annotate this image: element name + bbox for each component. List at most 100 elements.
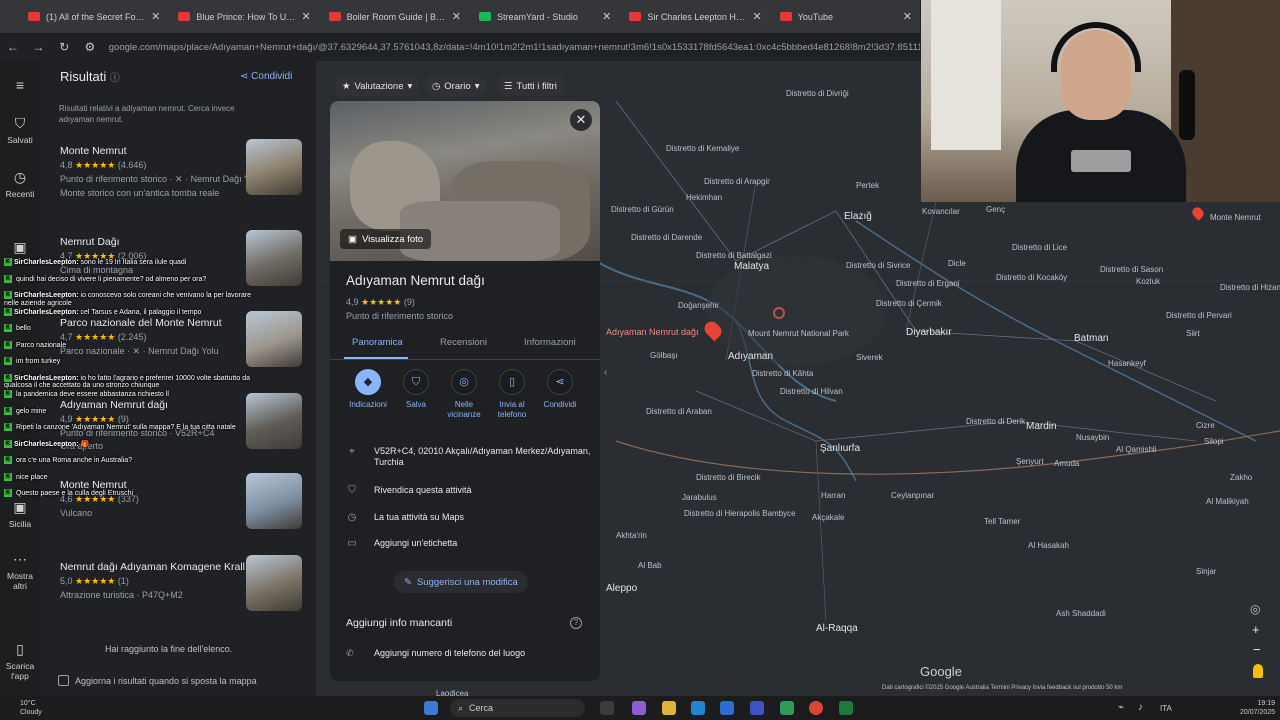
map-label[interactable]: Pertek [856, 181, 879, 190]
recent-button[interactable]: ◷ Recenti [0, 169, 40, 199]
map-label[interactable]: Diyarbakır [906, 327, 952, 338]
volume-icon[interactable]: ♪ [1138, 702, 1143, 713]
locate-me-icon[interactable]: ◎ [1250, 602, 1260, 616]
map-label[interactable]: Aleppo [606, 583, 637, 594]
taskbar-clock[interactable]: 19:19 20/07/2025 [1240, 699, 1275, 717]
back-icon[interactable]: ← [6, 40, 20, 54]
result-photo[interactable] [246, 311, 302, 367]
weather-widget[interactable]: 10°C Cloudy [20, 699, 42, 717]
browser-tab[interactable]: Blue Prince: How To Unlock Ev ✕ [170, 4, 318, 30]
map-label[interactable]: Distretto di Gürün [611, 205, 674, 214]
map-label[interactable]: Dicle [948, 259, 966, 268]
map-label[interactable]: Zakho [1230, 473, 1252, 482]
map-label[interactable]: Distretto di Kocaköy [996, 273, 1067, 282]
place-hero-photo[interactable]: ✕ ▣ Visualizza foto [330, 101, 600, 261]
map-label[interactable]: Distretto di Kemaliye [666, 144, 739, 153]
checkbox-icon[interactable] [58, 675, 69, 686]
map-label[interactable]: Amuda [1054, 459, 1079, 468]
browser-tab[interactable]: StreamYard - Studio ✕ [471, 4, 619, 30]
rating-filter-chip[interactable]: ★ Valutazione ▾ [334, 76, 421, 96]
map-label[interactable]: Sinjar [1196, 567, 1216, 576]
view-photos-button[interactable]: ▣ Visualizza foto [340, 229, 432, 249]
tab-overview[interactable]: Panoramica [352, 337, 403, 348]
map-label[interactable]: Nusaybin [1076, 433, 1109, 442]
action-nearby-button[interactable]: ◎ Nelle vicinanze [439, 369, 489, 420]
map-label[interactable]: Al Bab [638, 561, 662, 570]
map-label[interactable]: Gölbaşı [650, 351, 678, 360]
add-phone-row[interactable]: ✆ Aggiungi numero di telefono del luogo [346, 648, 525, 659]
forward-icon[interactable]: → [32, 40, 46, 54]
map-label[interactable]: Al Hasakah [1028, 541, 1069, 550]
close-tab-icon[interactable]: ✕ [903, 10, 912, 23]
result-photo[interactable] [246, 139, 302, 195]
browser-tab[interactable]: YouTube ✕ [772, 4, 920, 30]
map-label[interactable]: Hekimhan [686, 193, 722, 202]
street-view-icon[interactable] [1253, 664, 1263, 678]
map-label[interactable]: Akçakale [812, 513, 844, 522]
close-tab-icon[interactable]: ✕ [452, 10, 461, 23]
map-label[interactable]: Distretto di Lice [1012, 243, 1067, 252]
map-label[interactable]: Al Malikiyah [1206, 497, 1249, 506]
result-photo[interactable] [246, 555, 302, 611]
national-park-pin[interactable] [773, 307, 785, 319]
map-label[interactable]: Mount Nemrut National Park [748, 329, 849, 338]
map-label[interactable]: Genç [986, 205, 1005, 214]
map-label[interactable]: Cizre [1196, 421, 1215, 430]
xbox-icon[interactable] [839, 701, 853, 715]
map-label[interactable]: Kovancılar [922, 207, 960, 216]
site-info-icon[interactable]: ⚙ [83, 40, 97, 54]
saved-button[interactable]: ⛉ Salvati [0, 115, 40, 145]
map-label[interactable]: Kozluk [1136, 277, 1160, 286]
action-directions-button[interactable]: ◆ Indicazioni [343, 369, 393, 410]
tab-reviews[interactable]: Recensioni [440, 337, 487, 348]
menu-button[interactable]: ≡ [0, 77, 40, 96]
map-label[interactable]: Harran [821, 491, 845, 500]
map-label[interactable]: Tell Tamer [984, 517, 1020, 526]
map-label[interactable]: Distretto di Araban [646, 407, 712, 416]
app-icon[interactable] [632, 701, 646, 715]
map-label[interactable]: Al Qamishli [1116, 445, 1156, 454]
tab-about[interactable]: Informazioni [524, 337, 576, 348]
map-label[interactable]: Silopi [1204, 437, 1224, 446]
place-type[interactable]: Punto di riferimento storico [346, 311, 453, 321]
map-label[interactable]: Doğanşehir [678, 301, 719, 310]
map-label[interactable]: Distretto di Ergani [896, 279, 960, 288]
show-more-button[interactable]: ⋯ Mostra altri [0, 551, 40, 591]
task-view-icon[interactable] [600, 701, 614, 715]
edge-icon[interactable] [691, 701, 705, 715]
network-icon[interactable]: ⌁ [1118, 702, 1124, 713]
google-logo[interactable]: Google [920, 664, 962, 679]
map-label[interactable]: Elazığ [844, 211, 872, 222]
all-filters-chip[interactable]: ☰ Tutti i filtri [496, 76, 565, 96]
suggest-edit-button[interactable]: ✎ Suggerisci una modifica [394, 571, 528, 593]
map-label[interactable]: Şanlıurfa [820, 443, 860, 454]
map-label[interactable]: Distretto di Birecik [696, 473, 760, 482]
close-panel-button[interactable]: ✕ [570, 109, 592, 131]
collapse-panel-button[interactable]: ‹ [604, 367, 618, 387]
browser-tab[interactable]: Boiler Room Guide | Blue Princ ✕ [321, 4, 469, 30]
place-rating[interactable]: 4,9 ★★★★★ (9) [346, 297, 415, 308]
zoom-out-button[interactable]: − [1253, 642, 1261, 657]
taskbar-search[interactable]: ⌕ Cerca [450, 699, 585, 717]
map-label[interactable]: Distretto di Kâhta [752, 369, 813, 378]
chrome-icon[interactable] [809, 701, 823, 715]
map-label[interactable]: Siverek [856, 353, 883, 362]
windows-start-icon[interactable] [424, 701, 438, 715]
share-results-button[interactable]: ⋖ Condividi [240, 71, 292, 82]
map-label[interactable]: Distretto di Hizan [1220, 283, 1280, 292]
map-label[interactable]: Adıyaman Nemrut dağı [606, 327, 699, 337]
map-label[interactable]: Distretto di Darende [631, 233, 702, 242]
result-photo[interactable] [246, 473, 302, 529]
action-share-button[interactable]: ⋖ Condividi [535, 369, 585, 410]
map-label[interactable]: Adıyaman [728, 351, 773, 362]
map-label[interactable]: Akhta'rin [616, 531, 647, 540]
hours-filter-chip[interactable]: ◷ Orario ▾ [424, 76, 488, 96]
map-label[interactable]: Distretto di Battalgazi [696, 251, 772, 260]
map-label[interactable]: Distretto di Çermik [876, 299, 942, 308]
map-label[interactable]: Al-Raqqa [816, 623, 858, 634]
maps-activity-row[interactable]: ◷ La tua attività su Maps [346, 512, 596, 523]
action-send-to-phone-button[interactable]: ▯ Invia al telefono [487, 369, 537, 420]
close-tab-icon[interactable]: ✕ [752, 10, 761, 23]
recent-place-1[interactable]: ▣ [0, 239, 40, 259]
map-label[interactable]: Hasankeyf [1108, 359, 1146, 368]
